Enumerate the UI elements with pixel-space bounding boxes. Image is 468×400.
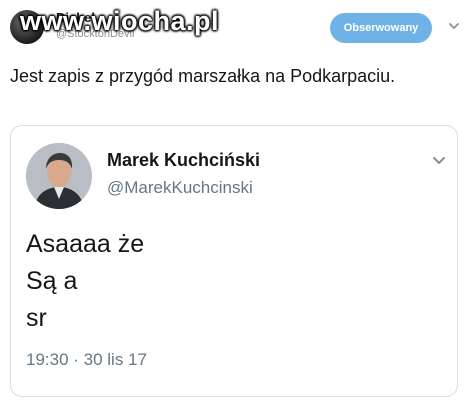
quoted-tweet-timestamp[interactable]: 19:30 · 30 lis 17: [26, 350, 147, 370]
watermark: www.wiocha.pl: [20, 6, 220, 36]
quoted-tweet-text: Asaaaa że Są a sr: [26, 226, 144, 337]
quoted-author-handle[interactable]: @MarekKuchcinski: [107, 178, 253, 198]
quoted-tweet-line: Są a: [26, 267, 78, 295]
quoted-tweet-line: sr: [26, 304, 47, 332]
quoted-tweet-line: Asaaaa że: [26, 230, 145, 258]
quoted-author-display-name[interactable]: Marek Kuchciński: [107, 150, 260, 171]
tweet-text: Jest zapis z przygód marszałka na Podkar…: [10, 66, 396, 86]
quoted-tweet-card[interactable]: Marek Kuchciński @MarekKuchcinski Asaaaa…: [10, 125, 458, 397]
quoted-author-avatar[interactable]: [26, 143, 92, 209]
chevron-down-icon[interactable]: [432, 153, 446, 167]
chevron-down-icon[interactable]: [448, 20, 460, 32]
tweet-header: Diabeł @StocktonDevil www.wiocha.pl Obse…: [0, 0, 468, 52]
follow-button[interactable]: Obserwowany: [330, 13, 432, 43]
avatar-photo: [26, 143, 92, 209]
